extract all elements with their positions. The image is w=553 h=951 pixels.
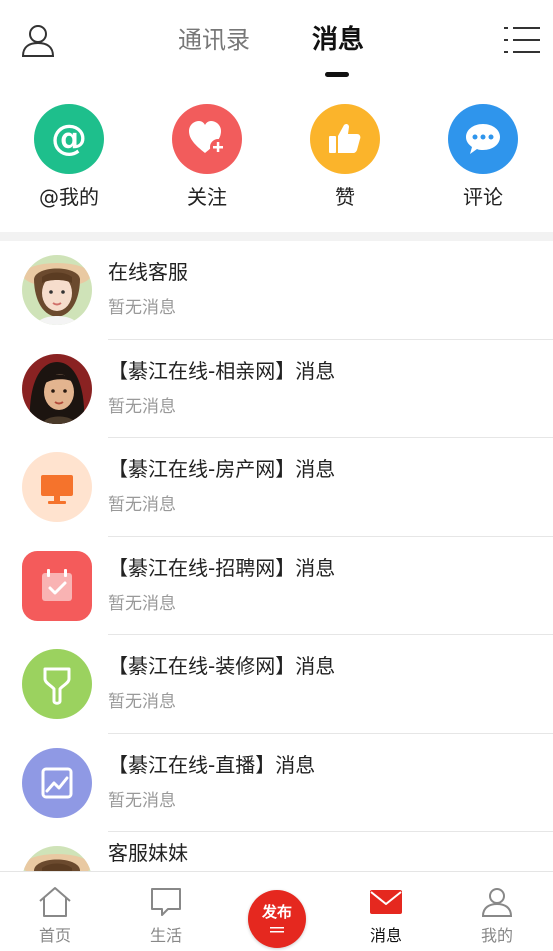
conversation-title: 【綦江在线-装修网】消息 xyxy=(108,654,336,678)
top-bar: 通讯录 消息 xyxy=(0,0,553,90)
quick-action-label: 赞 xyxy=(335,185,355,209)
nav-label: 生活 xyxy=(149,926,182,945)
section-divider xyxy=(0,232,553,241)
conversation-title: 【綦江在线-相亲网】消息 xyxy=(108,358,336,383)
publish-label: 发布 xyxy=(261,903,292,921)
avatar xyxy=(22,255,92,325)
thumbs-up-icon xyxy=(310,104,380,174)
chart-frame-icon xyxy=(22,747,92,818)
brush-icon xyxy=(22,649,92,719)
conversation-title: 在线客服 xyxy=(108,260,188,284)
nav-messages[interactable]: 消息 xyxy=(346,886,426,946)
tab-messages[interactable]: 消息 xyxy=(312,22,364,58)
publish-button[interactable]: 发布 xyxy=(248,890,306,948)
bottom-nav: 首页 生活 发布 消息 我的 xyxy=(0,871,553,951)
conversation-title: 【綦江在线-招聘网】消息 xyxy=(108,555,336,580)
avatar xyxy=(22,353,92,424)
quick-action-label: @我的 xyxy=(39,185,99,209)
quick-actions: @ @我的 关注 赞 评论 xyxy=(0,90,553,232)
quick-action-follow[interactable]: 关注 xyxy=(157,104,257,210)
nav-mine[interactable]: 我的 xyxy=(457,886,537,946)
heart-plus-icon xyxy=(172,104,242,174)
conversation-preview: 暂无消息 xyxy=(108,396,176,417)
list-item[interactable]: 【綦江在线-相亲网】消息 暂无消息 xyxy=(0,340,553,438)
active-tab-indicator xyxy=(325,72,349,77)
conversation-title: 【綦江在线-直播】消息 xyxy=(108,752,316,777)
conversation-preview: 暂无消息 xyxy=(108,593,176,614)
nav-home[interactable]: 首页 xyxy=(15,886,95,946)
list-item[interactable]: 【綦江在线-装修网】消息 暂无消息 xyxy=(0,635,553,734)
avatar xyxy=(22,846,92,871)
conversation-preview: 暂无消息 xyxy=(108,298,176,318)
quick-action-label: 评论 xyxy=(463,185,503,209)
monitor-icon xyxy=(22,452,92,522)
conversation-list: 在线客服 暂无消息 【綦江在线-相亲网】消息 暂无消息 【綦江在线-房产网】消息… xyxy=(0,241,553,871)
nav-label: 消息 xyxy=(369,926,402,945)
list-item[interactable]: 【綦江在线-招聘网】消息 暂无消息 xyxy=(0,537,553,635)
user-profile-icon[interactable] xyxy=(20,22,56,58)
chat-bubble-icon xyxy=(448,104,518,174)
list-item[interactable]: 【綦江在线-房产网】消息 暂无消息 xyxy=(0,438,553,537)
mail-icon xyxy=(370,890,402,914)
tab-contacts[interactable]: 通讯录 xyxy=(178,22,250,58)
conversation-title: 客服妹妹 xyxy=(108,841,188,865)
conversation-preview: 暂无消息 xyxy=(108,790,176,811)
svg-text:@: @ xyxy=(51,118,87,159)
quick-action-label: 关注 xyxy=(187,185,227,209)
list-item[interactable]: 在线客服 暂无消息 xyxy=(0,241,553,340)
at-icon: @ xyxy=(34,104,104,174)
conversation-title: 【綦江在线-房产网】消息 xyxy=(108,457,336,481)
quick-action-likes[interactable]: 赞 xyxy=(295,104,395,210)
home-icon xyxy=(39,887,71,917)
conversation-preview: 暂无消息 xyxy=(108,692,176,712)
nav-label: 我的 xyxy=(480,926,513,945)
list-menu-icon[interactable] xyxy=(504,24,540,56)
nav-life[interactable]: 生活 xyxy=(126,886,206,946)
nav-label: 首页 xyxy=(38,926,71,945)
conversation-preview: 暂无消息 xyxy=(108,495,176,515)
speech-box-icon xyxy=(151,888,181,916)
list-item[interactable]: 客服妹妹 xyxy=(0,832,553,871)
user-icon xyxy=(481,888,513,917)
list-item[interactable]: 【綦江在线-直播】消息 暂无消息 xyxy=(0,734,553,832)
publish-lines-icon xyxy=(270,927,284,933)
calendar-check-icon xyxy=(22,550,92,621)
quick-action-mentions[interactable]: @ @我的 xyxy=(19,104,119,210)
quick-action-comments[interactable]: 评论 xyxy=(433,104,533,210)
